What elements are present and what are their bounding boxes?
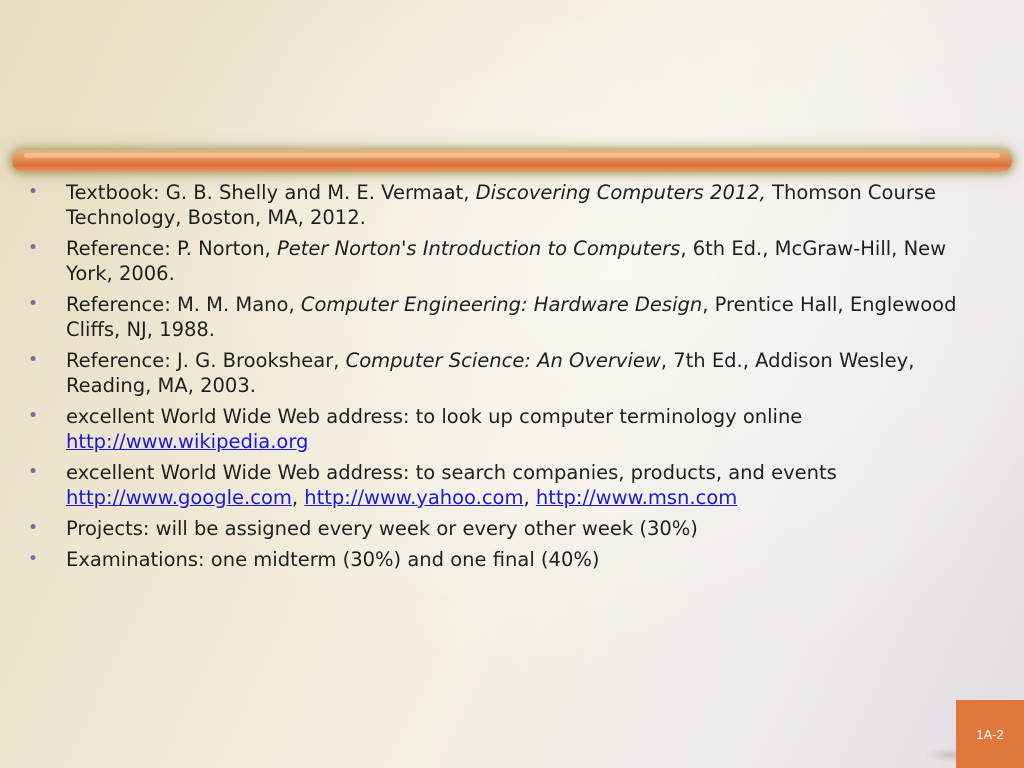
title-divider-bar — [12, 150, 1012, 172]
bullet-icon: • — [28, 462, 39, 482]
bullet-textbook: • Textbook: G. B. Shelly and M. E. Verma… — [28, 180, 998, 230]
bullet-icon: • — [28, 518, 39, 538]
bullet-text: Reference: J. G. Brookshear, — [66, 349, 346, 372]
bullet-icon: • — [28, 294, 39, 314]
bullet-web-terminology: • excellent World Wide Web address: to l… — [28, 404, 998, 454]
link-msn[interactable]: http://www.msn.com — [536, 486, 737, 509]
bullet-examinations: • Examinations: one midterm (30%) and on… — [28, 547, 998, 572]
bullet-text: Projects: will be assigned every week or… — [66, 517, 698, 540]
bullet-icon: • — [28, 549, 39, 569]
bullet-text: excellent World Wide Web address: to loo… — [66, 405, 803, 428]
bullet-icon: • — [28, 182, 39, 202]
bullet-text: excellent World Wide Web address: to sea… — [66, 461, 837, 484]
bullet-reference-norton: • Reference: P. Norton, Peter Norton's I… — [28, 236, 998, 286]
bullet-text: Reference: P. Norton, — [66, 237, 277, 260]
book-title: Computer Engineering: Hardware Design — [300, 293, 703, 316]
link-wikipedia[interactable]: http://www.wikipedia.org — [66, 430, 308, 453]
book-title: Peter Norton's Introduction to Computers — [276, 237, 681, 260]
bullet-text: Reference: M. M. Mano, — [66, 293, 301, 316]
bullet-web-search: • excellent World Wide Web address: to s… — [28, 460, 998, 510]
book-title: Discovering Computers 2012, — [475, 181, 766, 204]
slide-number-badge: 1A-2 — [956, 700, 1024, 768]
link-separator: , — [523, 486, 536, 509]
bullet-text: Examinations: one midterm (30%) and one … — [66, 548, 600, 571]
bullet-icon: • — [28, 406, 39, 426]
link-google[interactable]: http://www.google.com — [66, 486, 292, 509]
link-separator: , — [291, 486, 305, 509]
content-area: • Textbook: G. B. Shelly and M. E. Verma… — [28, 180, 998, 578]
bullet-list: • Textbook: G. B. Shelly and M. E. Verma… — [28, 180, 998, 572]
link-yahoo[interactable]: http://www.yahoo.com — [304, 486, 523, 509]
bullet-icon: • — [28, 350, 39, 370]
slide: • Textbook: G. B. Shelly and M. E. Verma… — [0, 0, 1024, 768]
bullet-reference-mano: • Reference: M. M. Mano, Computer Engine… — [28, 292, 998, 342]
bullet-icon: • — [28, 238, 39, 258]
bullet-text: Textbook: G. B. Shelly and M. E. Vermaat… — [66, 181, 476, 204]
bullet-reference-brookshear: • Reference: J. G. Brookshear, Computer … — [28, 348, 998, 398]
book-title: Computer Science: An Overview — [345, 349, 661, 372]
bullet-projects: • Projects: will be assigned every week … — [28, 516, 998, 541]
